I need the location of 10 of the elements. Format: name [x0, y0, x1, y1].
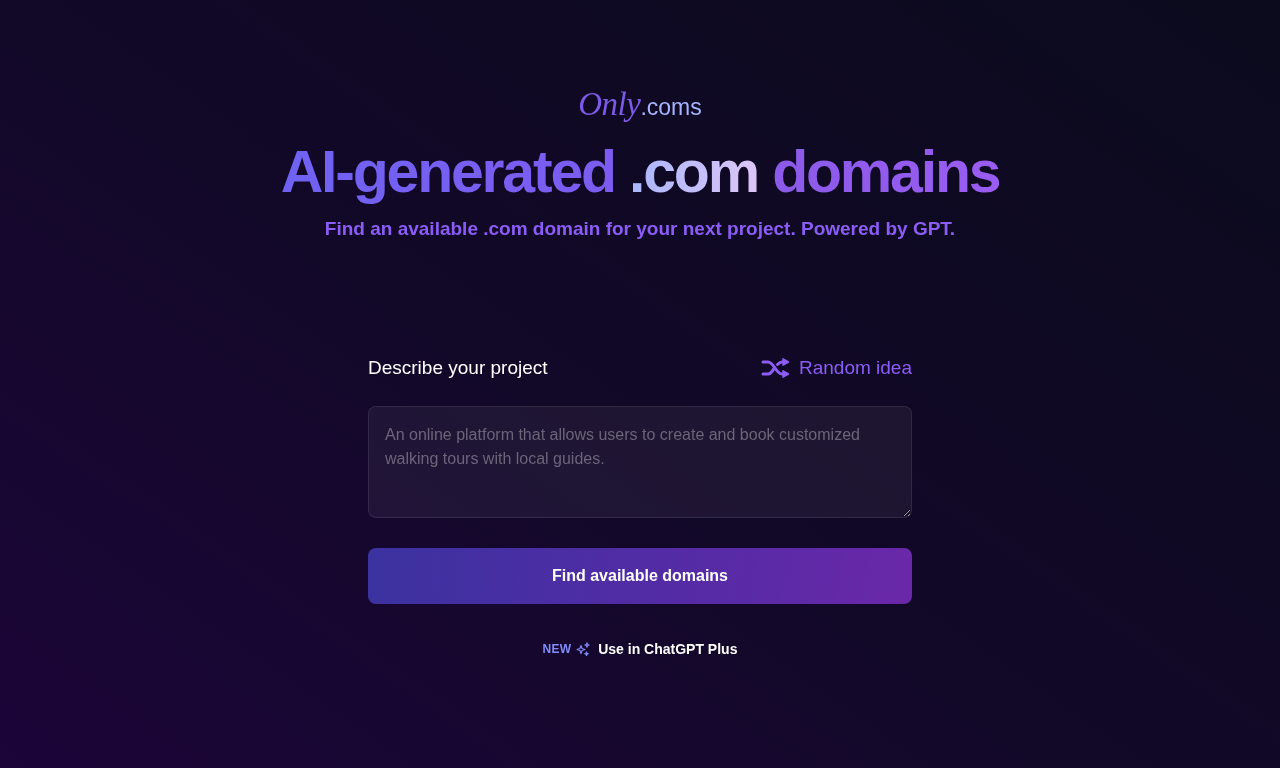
sparkle-icon	[576, 641, 591, 656]
shuffle-icon	[760, 356, 791, 379]
subtitle: Find an available .com domain for your next project. Powered by GPT.	[324, 217, 956, 240]
chatgpt-plus-link[interactable]: Use in ChatGPT Plus	[598, 640, 738, 657]
headline: AI-generated .com domains	[280, 139, 1000, 207]
find-domains-button[interactable]: Find available domains	[368, 547, 912, 604]
new-label: NEW	[542, 641, 572, 656]
logo: Only.coms	[578, 86, 702, 123]
field-label: Describe your project	[368, 356, 548, 379]
random-idea-link[interactable]: Random idea	[760, 356, 912, 379]
